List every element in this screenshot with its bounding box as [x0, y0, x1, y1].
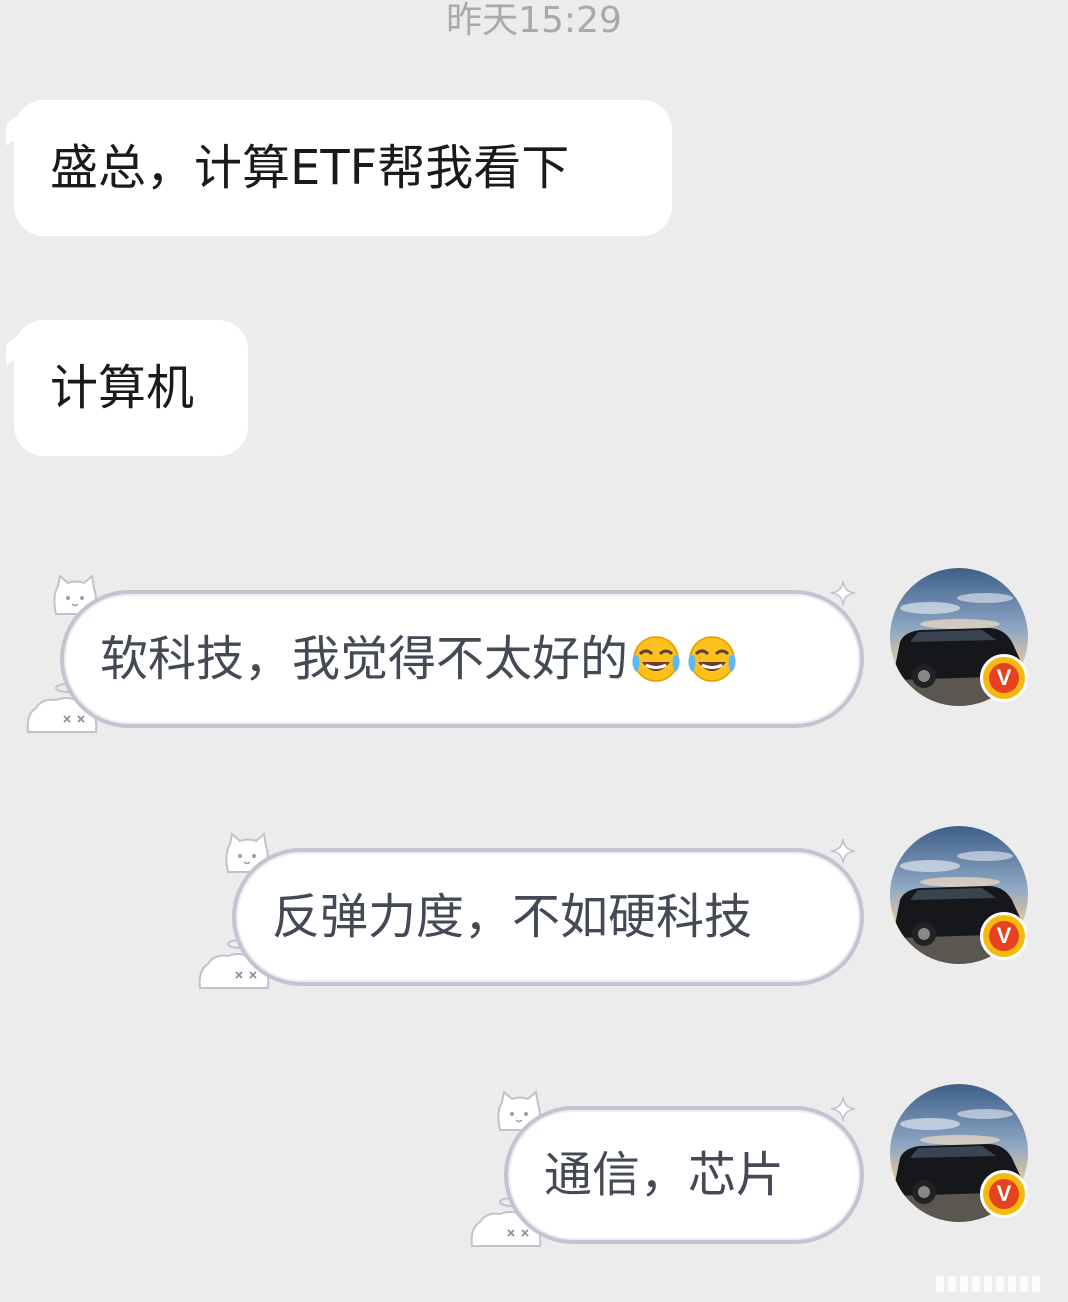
sparkle-icon — [830, 838, 856, 864]
face-with-tears-of-joy-icon — [632, 636, 680, 682]
watermark-icon — [936, 1276, 1040, 1292]
message-text: 计算机 — [50, 360, 195, 416]
chat-view[interactable]: 昨天15:29 盛总，计算ETF帮我看下 计算机 软科技，我觉得不太好的 V 反… — [0, 0, 1068, 1302]
message-text: 盛总，计算ETF帮我看下 — [50, 140, 570, 196]
verified-badge-icon: V — [980, 1170, 1028, 1218]
message-text: 通信，芯片 — [544, 1147, 785, 1203]
outgoing-message-bubble[interactable]: 软科技，我觉得不太好的 — [60, 590, 864, 728]
outgoing-message-bubble[interactable]: 反弹力度，不如硬科技 — [232, 848, 864, 986]
incoming-message-bubble[interactable]: 计算机 — [14, 320, 248, 456]
sparkle-icon — [830, 580, 856, 606]
incoming-message-bubble[interactable]: 盛总，计算ETF帮我看下 — [14, 100, 672, 236]
outgoing-message-bubble[interactable]: 通信，芯片 — [504, 1106, 864, 1244]
sparkle-icon — [830, 1096, 856, 1122]
user-avatar[interactable]: V — [890, 1084, 1028, 1222]
face-with-tears-of-joy-icon — [688, 636, 736, 682]
message-text: 软科技，我觉得不太好的 — [100, 631, 629, 687]
verified-badge-icon: V — [980, 912, 1028, 960]
message-text: 反弹力度，不如硬科技 — [272, 889, 753, 945]
user-avatar[interactable]: V — [890, 568, 1028, 706]
verified-badge-icon: V — [980, 654, 1028, 702]
message-timestamp: 昨天15:29 — [446, 0, 622, 41]
user-avatar[interactable]: V — [890, 826, 1028, 964]
